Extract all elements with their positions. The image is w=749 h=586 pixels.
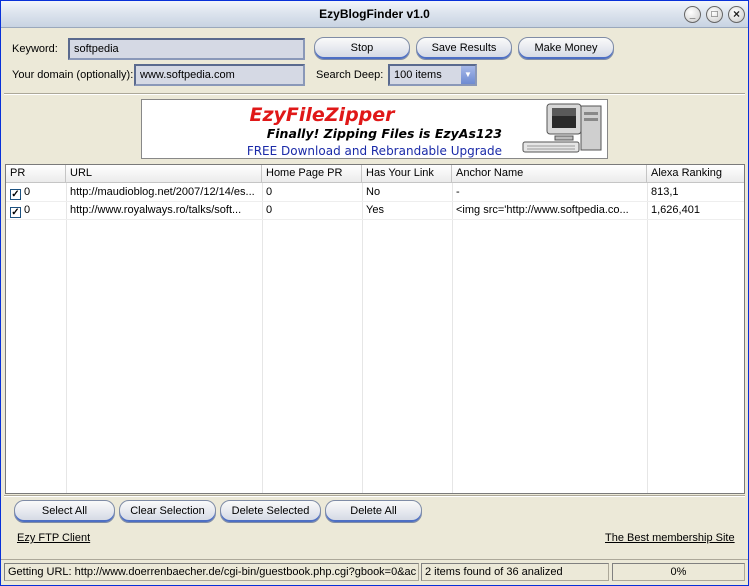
delete-all-button[interactable]: Delete All <box>325 500 422 523</box>
cell-anchor: <img src='http://www.softpedia.co... <box>456 204 629 216</box>
cell-pr: ✓ 0 <box>6 183 66 201</box>
column-header-alexa-ranking[interactable]: Alexa Ranking <box>647 165 744 183</box>
cell-alexa: 813,1 <box>651 186 679 198</box>
make-money-button[interactable]: Make Money <box>518 37 614 60</box>
pr-value: 0 <box>24 186 31 198</box>
banner-tagline: Finally! Zipping Files is EzyAs123 <box>266 126 502 141</box>
separator <box>4 495 745 497</box>
title-bar[interactable]: EzyBlogFinder v1.0 _ □ × <box>1 1 748 28</box>
column-divider <box>647 183 648 493</box>
column-header-url[interactable]: URL <box>66 165 262 183</box>
computer-icon <box>522 103 602 153</box>
window-title: EzyBlogFinder v1.0 <box>319 7 430 21</box>
row-divider <box>6 219 744 220</box>
dropdown-arrow-icon[interactable]: ▼ <box>461 66 475 84</box>
pr-value: 0 <box>24 204 31 216</box>
keyword-label: Keyword: <box>12 43 58 55</box>
cell-has-link: No <box>366 186 381 198</box>
search-deep-select[interactable]: 100 items ▼ <box>388 64 477 86</box>
minimize-button[interactable]: _ <box>684 6 701 23</box>
ftp-client-link[interactable]: Ezy FTP Client <box>17 532 90 544</box>
row-checkbox[interactable]: ✓ <box>10 189 21 200</box>
progress-text: 0% <box>670 566 687 578</box>
status-getting-url: Getting URL: http://www.doerrenbaecher.d… <box>4 563 419 581</box>
cell-pr: ✓ 0 <box>6 201 66 219</box>
separator <box>4 93 745 95</box>
membership-link[interactable]: The Best membership Site <box>605 532 735 544</box>
banner-title: EzyFileZipper <box>249 104 395 126</box>
delete-selected-button[interactable]: Delete Selected <box>220 500 321 523</box>
banner-cta: FREE Download and Rebrandable Upgrade <box>246 144 502 158</box>
column-header-anchor-name[interactable]: Anchor Name <box>452 165 647 183</box>
column-header-pr[interactable]: PR <box>6 165 66 183</box>
column-divider <box>362 183 363 493</box>
clear-selection-button[interactable]: Clear Selection <box>119 500 216 523</box>
select-all-button[interactable]: Select All <box>14 500 115 523</box>
save-results-button[interactable]: Save Results <box>416 37 512 60</box>
cell-anchor: - <box>456 186 460 198</box>
status-bar: Getting URL: http://www.doerrenbaecher.d… <box>1 559 748 585</box>
stop-button[interactable]: Stop <box>314 37 410 60</box>
column-header-has-your-link[interactable]: Has Your Link <box>362 165 452 183</box>
results-table[interactable]: PR URL Home Page PR Has Your Link Anchor… <box>5 164 745 494</box>
status-progress: 0% <box>612 563 745 581</box>
domain-input[interactable]: www.softpedia.com <box>134 64 305 86</box>
cell-has-link: Yes <box>366 204 384 216</box>
banner-ad[interactable]: EzyFileZipper Finally! Zipping Files is … <box>141 99 608 159</box>
row-checkbox[interactable]: ✓ <box>10 207 21 218</box>
cell-home-page-pr: 0 <box>266 186 273 198</box>
maximize-button[interactable]: □ <box>706 6 723 23</box>
keyword-input[interactable]: softpedia <box>68 38 305 60</box>
column-divider <box>262 183 263 493</box>
cell-url: http://www.royalways.ro/talks/soft... <box>70 204 242 216</box>
column-divider <box>66 183 67 493</box>
column-header-home-page-pr[interactable]: Home Page PR <box>262 165 362 183</box>
domain-label: Your domain (optionally): <box>12 69 134 81</box>
close-button[interactable]: × <box>728 6 745 23</box>
search-deep-label: Search Deep: <box>316 69 384 81</box>
search-deep-value: 100 items <box>394 69 442 81</box>
cell-alexa: 1,626,401 <box>651 204 700 216</box>
app-window: EzyBlogFinder v1.0 _ □ × Keyword: softpe… <box>0 0 749 586</box>
cell-home-page-pr: 0 <box>266 204 273 216</box>
cell-url: http://maudioblog.net/2007/12/14/es... <box>70 186 255 198</box>
status-items-found: 2 items found of 36 analized <box>421 563 609 581</box>
column-divider <box>452 183 453 493</box>
